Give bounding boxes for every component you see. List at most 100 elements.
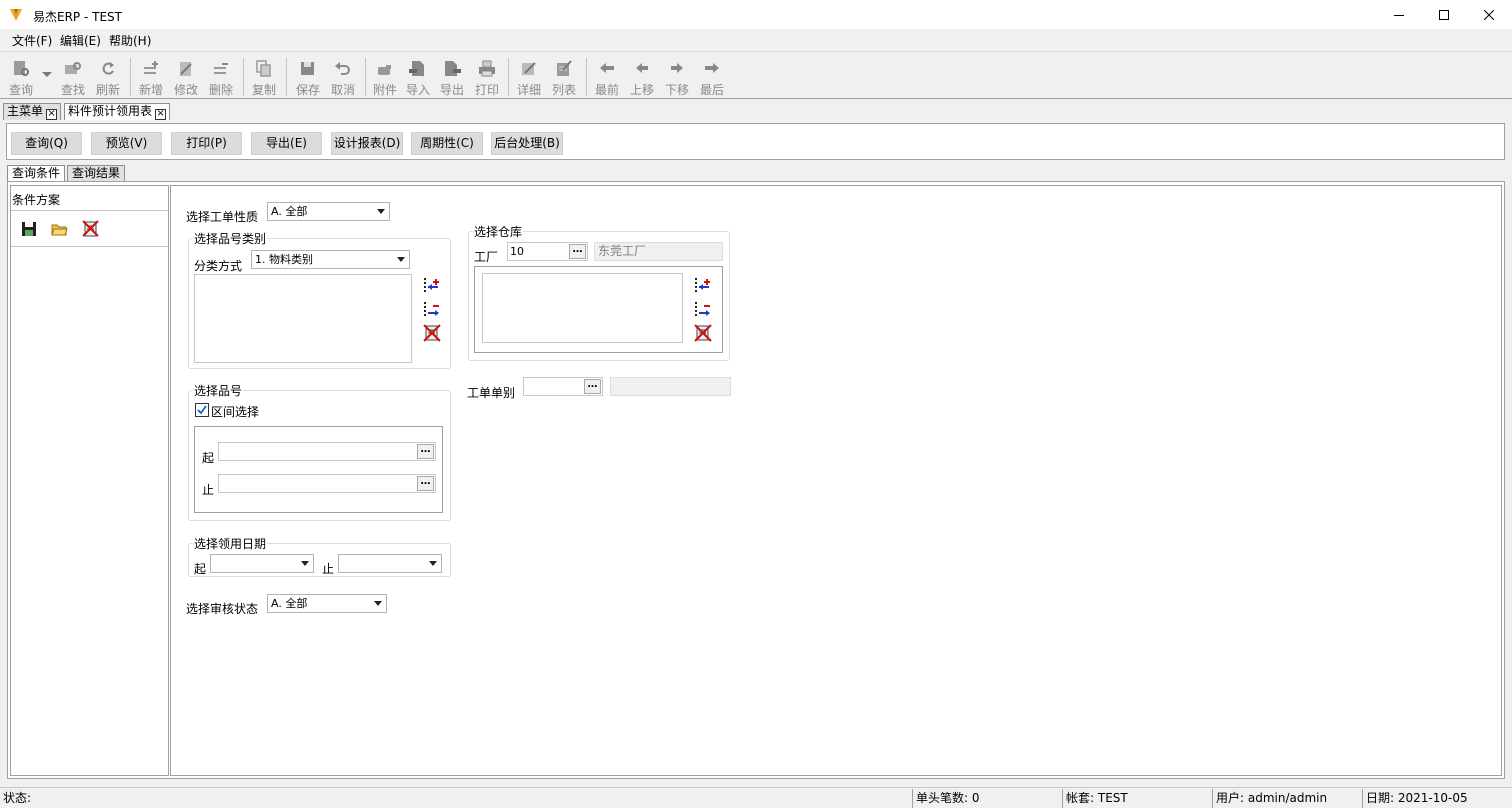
range-select-checkbox[interactable]	[195, 403, 209, 417]
maximize-button[interactable]	[1421, 0, 1467, 30]
toolbar-find-button[interactable]: 查找	[56, 58, 90, 98]
item-to-input[interactable]: …	[218, 474, 436, 493]
toolbar-prev-button[interactable]: 上移	[625, 58, 659, 98]
toolbar-delete-button[interactable]: 删除	[204, 58, 238, 98]
clear-list-icon[interactable]	[694, 324, 712, 342]
range-select-label: 区间选择	[211, 405, 260, 419]
factory-code-input[interactable]: 10…	[507, 242, 588, 261]
toolbar-separator	[130, 58, 131, 96]
toolbar-copy-button[interactable]: 复制	[247, 58, 281, 98]
toolbar-export-button[interactable]: 导出	[435, 58, 469, 98]
delete-scheme-icon[interactable]	[82, 220, 99, 237]
ellipsis-icon[interactable]: …	[584, 379, 601, 394]
checkmark-icon	[197, 405, 207, 415]
clear-list-icon[interactable]	[423, 324, 441, 342]
toolbar-modify-button[interactable]: 修改	[169, 58, 203, 98]
print-button[interactable]: 打印(P)	[171, 132, 242, 155]
chevron-down-icon	[425, 555, 441, 572]
status-user: 用户: admin/admin	[1212, 789, 1362, 808]
menu-file[interactable]: 文件(F)	[12, 32, 52, 49]
divider	[11, 210, 168, 211]
wo-type-label: 选择工单性质	[186, 210, 259, 224]
ellipsis-icon[interactable]: …	[417, 444, 434, 459]
status-header-count: 单头笔数: 0	[912, 789, 1062, 808]
menu-edit[interactable]: 编辑(E)	[60, 32, 101, 49]
list-icon	[557, 60, 572, 76]
query-dropdown-icon[interactable]	[42, 72, 52, 78]
preview-button[interactable]: 预览(V)	[91, 132, 162, 155]
remove-item-icon[interactable]	[423, 301, 441, 319]
item-to-label: 止	[202, 483, 215, 497]
export-button[interactable]: 导出(E)	[251, 132, 322, 155]
category-listbox[interactable]	[194, 274, 412, 363]
tab-main-menu[interactable]: 主菜单 ×	[3, 103, 62, 120]
factory-label: 工厂	[474, 250, 499, 264]
toolbar-add-button[interactable]: 新增	[134, 58, 168, 98]
item-from-input[interactable]: …	[218, 442, 436, 461]
date-from-select[interactable]	[210, 554, 314, 573]
window-title: 易杰ERP - TEST	[33, 10, 122, 24]
warehouse-group-title: 选择仓库	[473, 225, 524, 239]
toolbar-attach-button[interactable]: 附件	[368, 58, 402, 98]
tab-query-conditions[interactable]: 查询条件	[7, 165, 66, 181]
toolbar-separator	[286, 58, 287, 96]
refresh-icon	[102, 62, 114, 75]
ellipsis-icon[interactable]: …	[569, 244, 586, 259]
last-record-icon	[705, 63, 719, 73]
toolbar-separator	[365, 58, 366, 96]
close-icon	[1484, 10, 1494, 20]
chevron-down-icon	[297, 555, 313, 572]
minimize-button[interactable]	[1376, 0, 1422, 30]
toolbar-separator	[586, 58, 587, 96]
close-button[interactable]	[1466, 0, 1512, 30]
date-to-select[interactable]	[338, 554, 442, 573]
export-icon	[445, 61, 461, 76]
ellipsis-icon[interactable]: …	[417, 476, 434, 491]
remove-item-icon[interactable]	[694, 301, 712, 319]
design-report-button[interactable]: 设计报表(D)	[331, 132, 403, 155]
modify-icon	[180, 62, 192, 76]
audit-status-select[interactable]: A. 全部	[267, 594, 387, 613]
tab-close-icon[interactable]: ×	[46, 109, 58, 120]
open-folder-icon[interactable]	[51, 222, 68, 237]
menu-help[interactable]: 帮助(H)	[109, 32, 151, 49]
toolbar-query-button[interactable]: 查询	[4, 58, 38, 98]
toolbar-next-button[interactable]: 下移	[660, 58, 694, 98]
wo-category-input[interactable]: …	[523, 377, 603, 396]
query-icon	[14, 61, 29, 76]
item-from-label: 起	[202, 451, 215, 465]
toolbar-save-button[interactable]: 保存	[291, 58, 325, 98]
save-icon[interactable]	[21, 221, 37, 237]
menu-bar: 文件(F) 编辑(E) 帮助(H)	[0, 30, 1512, 50]
category-method-select[interactable]: 1. 物料类别	[251, 250, 410, 269]
wo-category-name-display	[610, 377, 731, 396]
chevron-down-icon	[373, 203, 389, 220]
divider	[11, 246, 168, 247]
app-logo-icon	[10, 9, 22, 21]
query-button[interactable]: 查询(Q)	[11, 132, 82, 155]
tab-close-icon[interactable]: ×	[155, 109, 167, 120]
toolbar-cancel-button[interactable]: 取消	[326, 58, 360, 98]
tab-query-results[interactable]: 查询结果	[67, 165, 126, 181]
arrow-right-icon	[671, 63, 683, 73]
toolbar-detail-button[interactable]: 详细	[512, 58, 546, 98]
periodic-button[interactable]: 周期性(C)	[411, 132, 483, 155]
toolbar-first-button[interactable]: 最前	[590, 58, 624, 98]
category-method-label: 分类方式	[194, 259, 243, 273]
arrow-left-icon	[636, 63, 648, 73]
toolbar-last-button[interactable]: 最后	[695, 58, 729, 98]
tab-material-forecast[interactable]: 料件预计领用表 ×	[64, 103, 171, 120]
chevron-down-icon	[370, 595, 386, 612]
add-item-icon[interactable]	[423, 277, 441, 295]
toolbar-print-button[interactable]: 打印	[470, 58, 504, 98]
date-to-label: 止	[322, 562, 335, 576]
toolbar-import-button[interactable]: 导入	[401, 58, 435, 98]
add-item-icon[interactable]	[694, 277, 712, 295]
import-icon	[409, 61, 424, 76]
category-group-title: 选择品号类别	[193, 232, 268, 246]
toolbar-list-button[interactable]: 列表	[547, 58, 581, 98]
toolbar-refresh-button[interactable]: 刷新	[91, 58, 125, 98]
warehouse-listbox[interactable]	[482, 273, 683, 343]
wo-type-select[interactable]: A. 全部	[267, 202, 390, 221]
background-process-button[interactable]: 后台处理(B)	[491, 132, 563, 155]
